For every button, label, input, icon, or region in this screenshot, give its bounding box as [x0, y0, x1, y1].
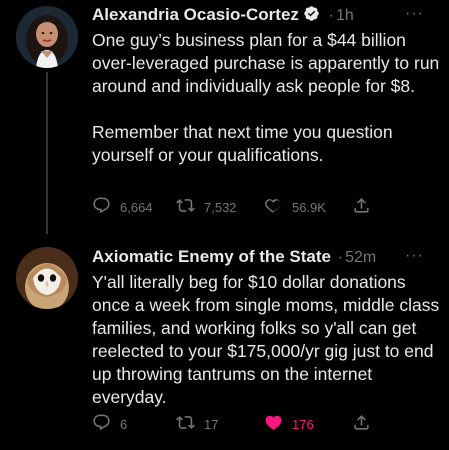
verified-badge-icon	[303, 5, 320, 22]
author-name[interactable]: Axiomatic Enemy of the State	[92, 247, 331, 266]
tweet-1[interactable]: Alexandria Ocasio-Cortez · 1h ··· One guy…	[0, 0, 449, 235]
reply-count: 6,664	[120, 199, 153, 215]
like-button[interactable]: 176	[264, 412, 314, 436]
share-button[interactable]	[352, 195, 371, 219]
retweet-icon	[176, 196, 195, 218]
timestamp[interactable]: 1h	[336, 7, 354, 24]
thread-connector-line	[46, 72, 48, 234]
retweet-button[interactable]: 17	[176, 412, 218, 436]
tweet-2-header: Axiomatic Enemy of the State · 52m ···	[92, 246, 440, 270]
like-button[interactable]: 56.9K	[264, 195, 326, 219]
more-options-icon[interactable]: ···	[405, 245, 424, 267]
tweet-1-header: Alexandria Ocasio-Cortez · 1h ···	[92, 4, 440, 28]
share-button[interactable]	[352, 412, 371, 436]
tweet-2[interactable]: Axiomatic Enemy of the State · 52m ··· Y'…	[0, 235, 449, 450]
reply-button[interactable]: 6,664	[92, 195, 153, 219]
avatar-aoc[interactable]	[16, 6, 78, 68]
tweet-1-actions: 6,664 7,532 56.9K	[92, 195, 412, 219]
tweet-text: Y'all literally beg for $10 dollar donat…	[92, 272, 440, 407]
more-options-icon[interactable]: ···	[405, 3, 424, 25]
like-count: 176	[292, 416, 314, 432]
retweet-count: 7,532	[204, 199, 237, 215]
retweet-count: 17	[204, 416, 219, 432]
reply-icon	[92, 196, 111, 218]
heart-icon	[264, 413, 283, 435]
share-icon	[352, 413, 371, 435]
retweet-button[interactable]: 7,532	[176, 195, 237, 219]
tweet-2-actions: 6 17 176	[92, 412, 412, 436]
reply-button[interactable]: 6	[92, 412, 127, 436]
retweet-icon	[176, 413, 195, 435]
reply-icon	[92, 413, 111, 435]
reply-count: 6	[120, 416, 128, 432]
avatar-owl[interactable]	[16, 247, 78, 309]
like-count: 56.9K	[292, 199, 326, 215]
timestamp[interactable]: 52m	[345, 249, 376, 266]
author-name[interactable]: Alexandria Ocasio-Cortez	[92, 5, 299, 24]
tweet-text: One guy’s business plan for a $44 billio…	[92, 30, 440, 165]
heart-icon	[264, 196, 283, 218]
separator: ·	[328, 7, 334, 24]
share-icon	[352, 196, 371, 218]
separator: ·	[337, 249, 344, 266]
